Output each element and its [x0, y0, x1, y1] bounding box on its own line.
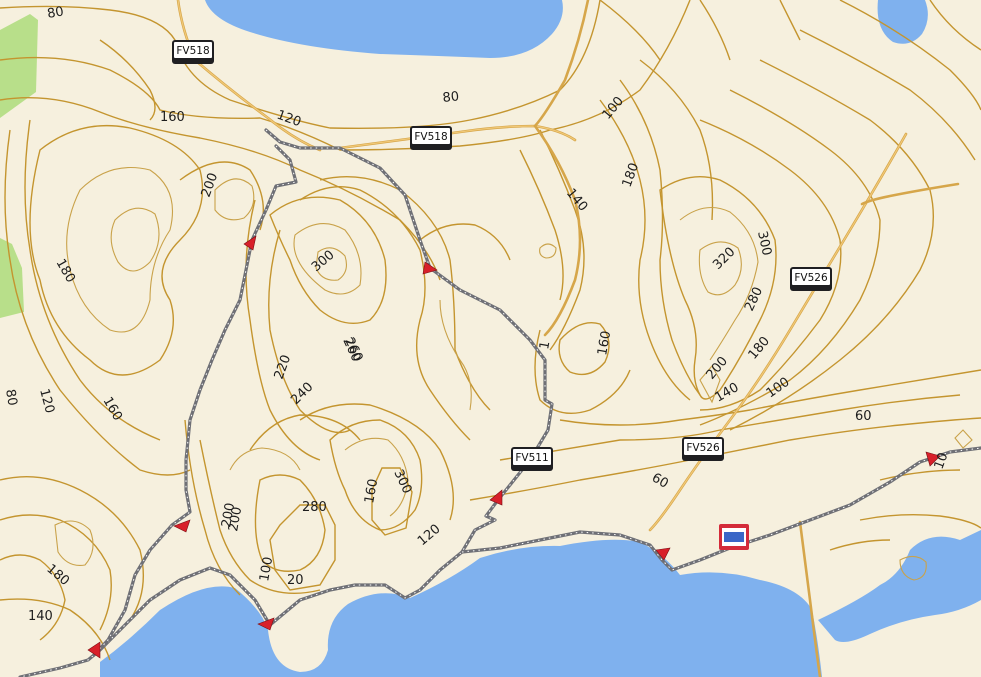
road-shield-label: FV518 — [176, 45, 209, 57]
elevation-label: 160 — [160, 110, 185, 125]
road-shield-label: FV526 — [686, 442, 720, 454]
elevation-label: 80 — [2, 388, 20, 407]
ferry-terminal-icon[interactable] — [719, 524, 749, 550]
road-shield-label: FV518 — [414, 131, 447, 143]
elevation-label: 280 — [302, 500, 327, 515]
elevation-label: 80 — [46, 4, 65, 22]
elevation-label: 140 — [28, 609, 53, 624]
road-shield-fv526-south[interactable]: FV526 — [682, 437, 724, 461]
road-shield-fv511[interactable]: FV511 — [511, 447, 553, 471]
road-shield-label: FV511 — [515, 452, 548, 464]
road-shield-fv518-north[interactable]: FV518 — [172, 40, 214, 64]
road-shield-fv526-north[interactable]: FV526 — [790, 267, 832, 291]
topographic-map[interactable]: 80 80 120 160 200 180 100 140 300 260 22… — [0, 0, 981, 677]
elevation-label: 20 — [287, 573, 304, 588]
road-shield-fv518-center[interactable]: FV518 — [410, 126, 452, 150]
elevation-label: 80 — [442, 89, 460, 106]
elevation-label: 60 — [855, 409, 872, 424]
road-shield-label: FV526 — [794, 272, 828, 284]
